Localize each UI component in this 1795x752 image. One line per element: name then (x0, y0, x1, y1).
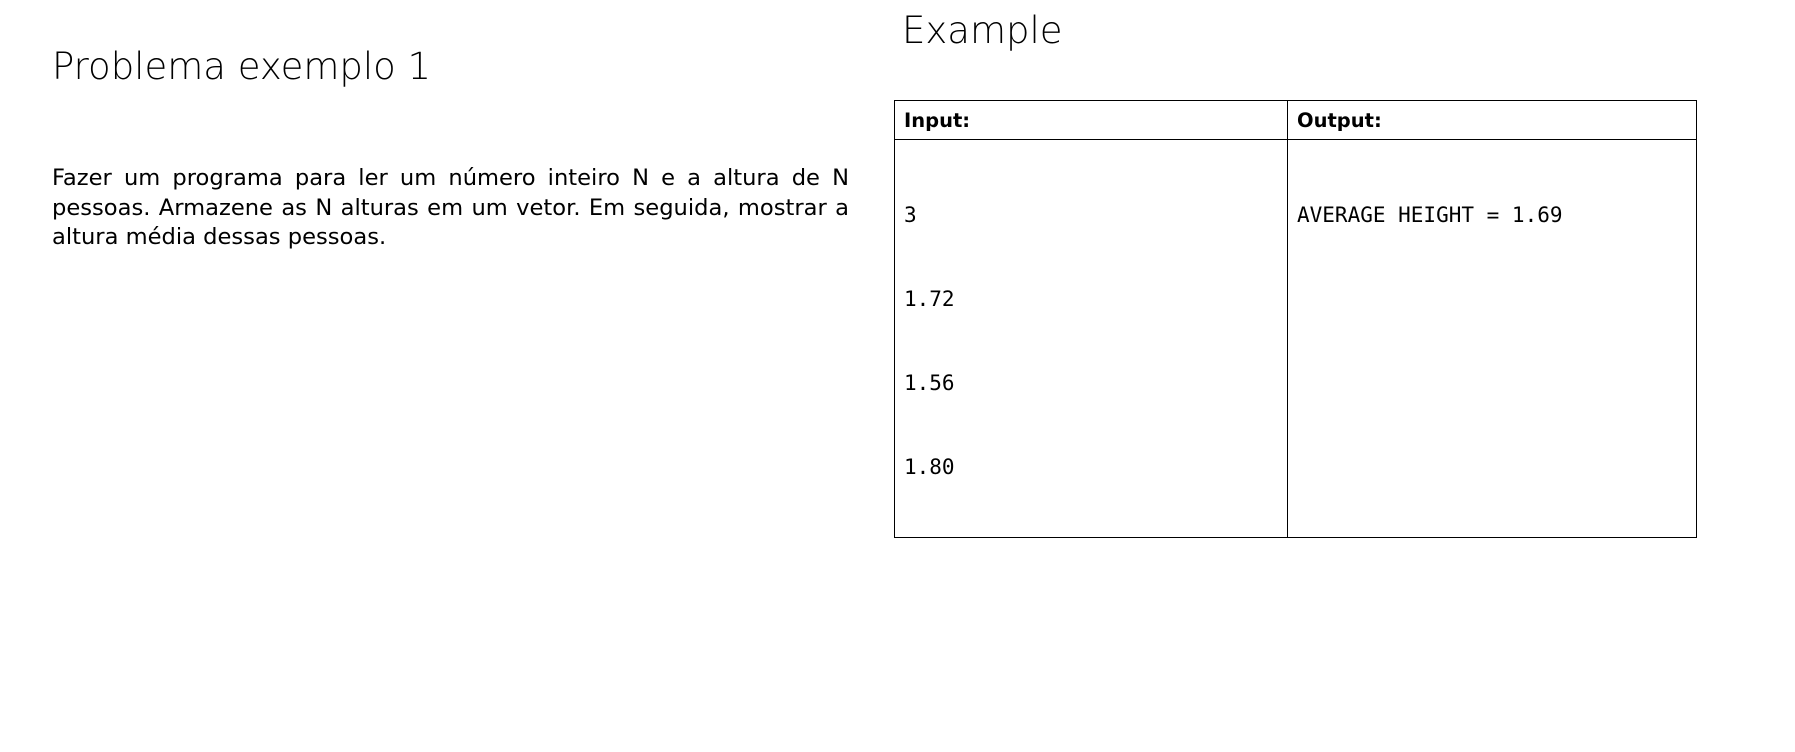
problem-description: Fazer um programa para ler um número int… (52, 165, 849, 250)
example-table: Input: Output: 3 1.72 1.56 1.80 AVERAGE … (894, 100, 1697, 538)
input-line: 1.72 (904, 287, 955, 311)
output-header: Output: (1287, 100, 1697, 140)
output-cell: AVERAGE HEIGHT = 1.69 (1287, 139, 1697, 538)
input-lines: 3 1.72 1.56 1.80 (904, 140, 1278, 537)
output-line: AVERAGE HEIGHT = 1.69 (1297, 203, 1563, 227)
example-title: Example (902, 9, 1063, 52)
problem-title: Problema exemplo 1 (52, 45, 432, 88)
example-table-row: 3 1.72 1.56 1.80 AVERAGE HEIGHT = 1.69 (894, 139, 1697, 538)
input-line: 1.80 (904, 455, 955, 479)
input-header: Input: (894, 100, 1288, 140)
input-cell: 3 1.72 1.56 1.80 (894, 139, 1288, 538)
example-table-header-row: Input: Output: (894, 100, 1697, 140)
input-line: 1.56 (904, 371, 955, 395)
input-line: 3 (904, 203, 917, 227)
output-lines: AVERAGE HEIGHT = 1.69 (1297, 140, 1687, 285)
